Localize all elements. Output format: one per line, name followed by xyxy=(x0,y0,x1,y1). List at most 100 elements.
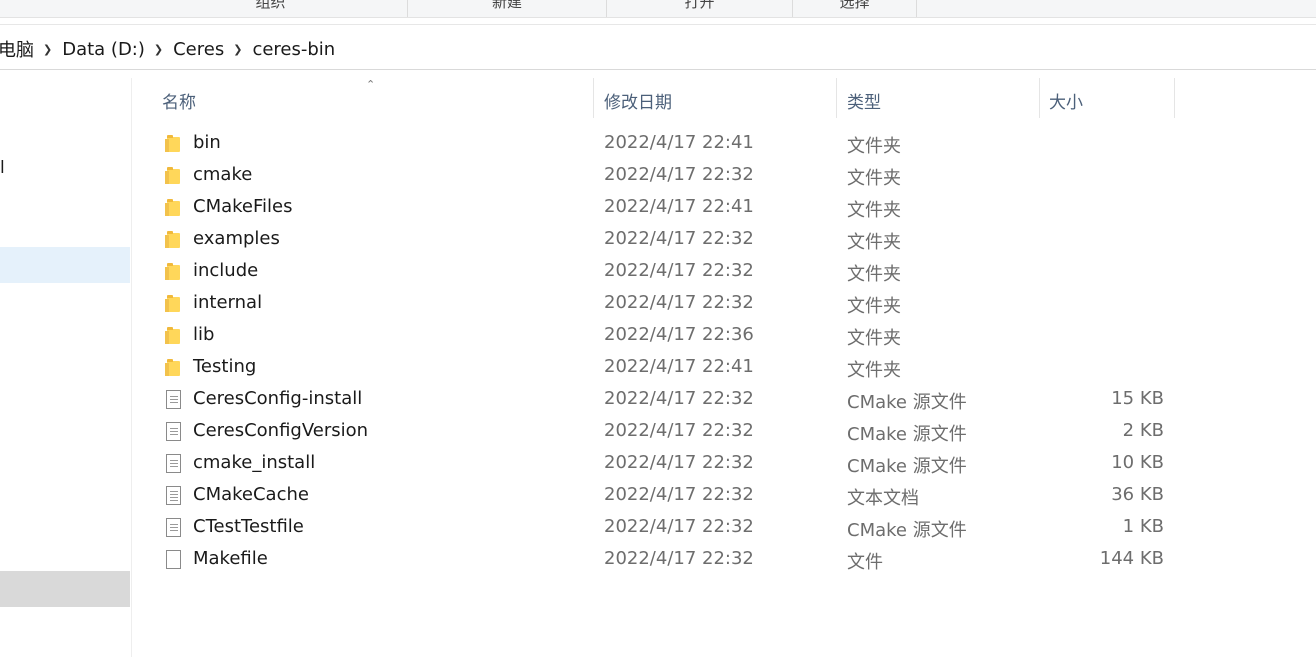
blank-file-icon xyxy=(165,550,183,570)
file-type: 文件 xyxy=(847,552,883,573)
column-header-label: 名称 xyxy=(162,93,196,113)
column-header-modified[interactable]: 修改日期 xyxy=(594,78,837,118)
file-row[interactable]: bin 2022/4/17 22:41 文件夹 xyxy=(133,128,1183,160)
file-name: CTestTestfile xyxy=(193,516,304,537)
breadcrumb-item-this-pc[interactable]: 电脑 xyxy=(0,36,34,62)
file-row[interactable]: CeresConfig-install 2022/4/17 22:32 CMake … xyxy=(133,384,1183,416)
file-modified-date: 2022/4/17 22:41 xyxy=(604,196,754,217)
file-row[interactable]: CMakeFiles 2022/4/17 22:41 文件夹 xyxy=(133,192,1183,224)
folder-icon xyxy=(165,230,183,250)
file-modified-date: 2022/4/17 22:32 xyxy=(604,516,754,537)
file-type: CMake 源文件 xyxy=(847,392,967,413)
file-modified-date: 2022/4/17 22:32 xyxy=(604,260,754,281)
file-type: 文件夹 xyxy=(847,296,901,317)
column-header-name[interactable]: 名称 xyxy=(133,78,594,118)
chevron-right-icon[interactable]: ❯ xyxy=(154,43,163,56)
folder-icon xyxy=(165,262,183,282)
file-row[interactable]: lib 2022/4/17 22:36 文件夹 xyxy=(133,320,1183,352)
column-divider[interactable] xyxy=(1174,78,1175,118)
column-header-type[interactable]: 类型 xyxy=(837,78,1040,118)
file-name: examples xyxy=(193,228,280,249)
file-size: 1 KB xyxy=(1122,516,1164,537)
ribbon-group-label: 选择 xyxy=(839,0,870,11)
file-size: 15 KB xyxy=(1111,388,1164,409)
file-size: 2 KB xyxy=(1122,420,1164,441)
file-row[interactable]: cmake_install 2022/4/17 22:32 CMake 源文件 10 … xyxy=(133,448,1183,480)
file-type: 文件夹 xyxy=(847,232,901,253)
file-type: 文件夹 xyxy=(847,200,901,221)
file-row[interactable]: CTestTestfile 2022/4/17 22:32 CMake 源文件 1 K… xyxy=(133,512,1183,544)
file-row[interactable]: Testing 2022/4/17 22:41 文件夹 xyxy=(133,352,1183,384)
file-name: include xyxy=(193,260,259,281)
file-name: CMakeFiles xyxy=(193,196,293,217)
file-modified-date: 2022/4/17 22:32 xyxy=(604,452,754,473)
file-row[interactable]: CeresConfigVersion 2022/4/17 22:32 CMake 源… xyxy=(133,416,1183,448)
nav-item-hovered[interactable] xyxy=(0,247,130,283)
file-type: 文件夹 xyxy=(847,264,901,285)
ribbon-group-label: 打开 xyxy=(684,0,715,11)
ribbon: 组织 新建 打开 选择 xyxy=(0,0,1316,18)
breadcrumb-item-data-drive[interactable]: Data (D:) xyxy=(62,39,145,60)
folder-icon xyxy=(165,134,183,154)
folder-icon xyxy=(165,326,183,346)
ribbon-group-new[interactable]: 新建 xyxy=(408,0,607,17)
folder-icon xyxy=(165,358,183,378)
file-modified-date: 2022/4/17 22:32 xyxy=(604,228,754,249)
file-type: 文件夹 xyxy=(847,168,901,189)
column-header-label: 类型 xyxy=(847,93,881,113)
file-row[interactable]: cmake 2022/4/17 22:32 文件夹 xyxy=(133,160,1183,192)
file-modified-date: 2022/4/17 22:32 xyxy=(604,548,754,569)
nav-item-selected[interactable] xyxy=(0,571,130,607)
file-modified-date: 2022/4/17 22:32 xyxy=(604,388,754,409)
file-type: 文件夹 xyxy=(847,328,901,349)
chevron-right-icon[interactable]: ❯ xyxy=(43,43,52,56)
column-header-label: 修改日期 xyxy=(604,93,672,113)
file-modified-date: 2022/4/17 22:32 xyxy=(604,292,754,313)
file-modified-date: 2022/4/17 22:36 xyxy=(604,324,754,345)
ribbon-group-select[interactable]: 选择 xyxy=(793,0,917,17)
chevron-right-icon[interactable]: ❯ xyxy=(233,43,242,56)
file-type: CMake 源文件 xyxy=(847,456,967,477)
file-type: CMake 源文件 xyxy=(847,424,967,445)
file-name: Testing xyxy=(193,356,257,377)
text-document-icon xyxy=(165,486,183,506)
nav-item-partial-label[interactable]: l xyxy=(0,158,5,178)
file-size: 36 KB xyxy=(1111,484,1164,505)
navigation-pane[interactable]: l xyxy=(0,78,132,657)
breadcrumb: 电脑 ❯ Data (D:) ❯ Ceres ❯ ceres-bin xyxy=(0,36,335,62)
file-row[interactable]: CMakeCache 2022/4/17 22:32 文本文档 36 KB xyxy=(133,480,1183,512)
file-row[interactable]: Makefile 2022/4/17 22:32 文件 144 KB xyxy=(133,544,1183,576)
file-name: bin xyxy=(193,132,221,153)
file-modified-date: 2022/4/17 22:41 xyxy=(604,356,754,377)
file-name: lib xyxy=(193,324,215,345)
breadcrumb-item-ceres[interactable]: Ceres xyxy=(173,39,224,60)
file-row[interactable]: examples 2022/4/17 22:32 文件夹 xyxy=(133,224,1183,256)
file-size: 10 KB xyxy=(1111,452,1164,473)
file-name: Makefile xyxy=(193,548,268,569)
file-type: 文本文档 xyxy=(847,488,919,509)
ribbon-group-label: 新建 xyxy=(491,0,522,11)
folder-icon xyxy=(165,294,183,314)
file-modified-date: 2022/4/17 22:32 xyxy=(604,164,754,185)
file-type: 文件夹 xyxy=(847,360,901,381)
column-header-size[interactable]: 大小 xyxy=(1040,78,1175,118)
text-file-icon xyxy=(165,422,183,442)
ribbon-group-open[interactable]: 打开 xyxy=(607,0,793,17)
file-type: 文件夹 xyxy=(847,136,901,157)
file-name: internal xyxy=(193,292,263,313)
file-name: CeresConfig-install xyxy=(193,388,363,409)
text-file-icon xyxy=(165,454,183,474)
text-file-icon xyxy=(165,390,183,410)
file-row[interactable]: include 2022/4/17 22:32 文件夹 xyxy=(133,256,1183,288)
file-list: bin 2022/4/17 22:41 文件夹 cmake 2022/4/17 22:3… xyxy=(133,128,1183,576)
breadcrumb-item-ceres-bin[interactable]: ceres-bin xyxy=(252,39,335,60)
address-bar[interactable]: 电脑 ❯ Data (D:) ❯ Ceres ❯ ceres-bin xyxy=(0,24,1316,70)
file-modified-date: 2022/4/17 22:41 xyxy=(604,132,754,153)
file-row[interactable]: internal 2022/4/17 22:32 文件夹 xyxy=(133,288,1183,320)
file-name: cmake xyxy=(193,164,253,185)
ribbon-group-organize[interactable]: 组织 xyxy=(134,0,408,17)
file-name: CeresConfigVersion xyxy=(193,420,369,441)
file-name: CMakeCache xyxy=(193,484,309,505)
column-header-label: 大小 xyxy=(1049,93,1083,113)
folder-icon xyxy=(165,198,183,218)
